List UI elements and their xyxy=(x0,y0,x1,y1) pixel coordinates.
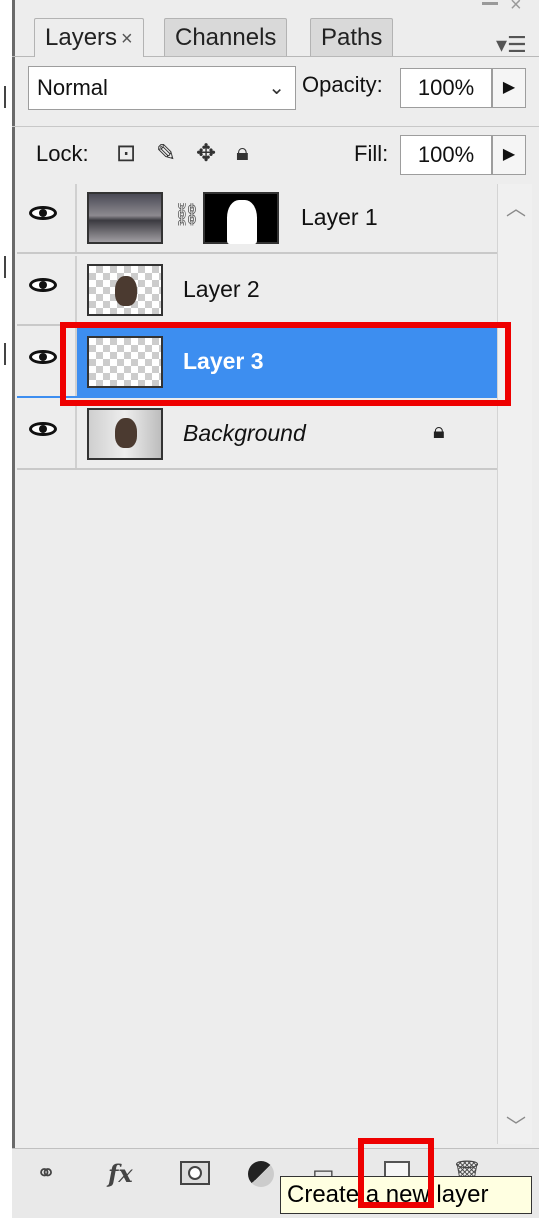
scroll-up-icon[interactable]: ︿ xyxy=(506,192,526,221)
lock-all-icon[interactable]: 🔒︎ xyxy=(236,139,249,167)
tab-label: Channels xyxy=(175,24,277,51)
visibility-toggle[interactable] xyxy=(17,184,77,252)
blend-row: Normal ⌄ Opacity: 100% ▶ xyxy=(12,62,539,118)
layer-row-layer-1[interactable]: ⛓ Layer 1 xyxy=(17,184,497,254)
adjustment-layer-icon[interactable] xyxy=(248,1161,274,1187)
fill-slider-button[interactable]: ▶ xyxy=(492,135,526,175)
mask-silhouette xyxy=(227,200,257,244)
chevron-down-icon: ⌄ xyxy=(268,77,285,99)
opacity-input[interactable]: 100% xyxy=(400,68,492,108)
layer-row-layer-2[interactable]: Layer 2 xyxy=(17,256,497,326)
visibility-toggle[interactable] xyxy=(17,256,77,324)
new-layer-button-highlight xyxy=(358,1138,434,1208)
layer-name: Layer 1 xyxy=(301,204,378,230)
link-layers-icon[interactable]: ⚭ xyxy=(36,1159,56,1188)
blend-mode-value: Normal xyxy=(37,75,108,100)
edge-tick xyxy=(4,256,6,278)
lock-position-icon[interactable]: ✥ xyxy=(196,139,216,168)
add-mask-icon[interactable] xyxy=(180,1161,210,1185)
layer-thumbnail xyxy=(87,264,163,316)
layer-row-background[interactable]: Background 🔒︎ xyxy=(17,400,497,470)
visibility-toggle[interactable] xyxy=(17,400,77,468)
tab-label: Layers xyxy=(45,24,118,51)
tab-channels[interactable]: Channels xyxy=(164,18,288,56)
fill-input[interactable]: 100% xyxy=(400,135,492,175)
eye-icon xyxy=(29,278,57,292)
eye-icon xyxy=(29,206,57,220)
tab-close-icon[interactable]: × xyxy=(121,28,133,50)
tab-label: Paths xyxy=(321,24,383,51)
blend-mode-select[interactable]: Normal ⌄ xyxy=(28,66,296,110)
fill-label: Fill: xyxy=(354,141,389,166)
lock-row: Lock: ⊡ ✎ ✥ 🔒︎ Fill: 100% ▶ xyxy=(12,126,539,181)
eye-icon xyxy=(29,422,57,436)
panel-menu-icon[interactable]: ▾☰ xyxy=(496,32,527,58)
layer-thumbnail xyxy=(87,408,163,460)
portrait-head xyxy=(115,276,137,306)
lock-icon: 🔒︎ xyxy=(433,418,445,443)
layer-name: Background xyxy=(183,420,306,446)
eye-icon xyxy=(29,350,57,364)
scroll-down-icon[interactable]: ﹀ xyxy=(506,1110,526,1139)
panel-tab-bar: Layers × Channels Paths ▾☰ xyxy=(12,10,539,57)
layer-thumbnail xyxy=(87,192,163,244)
portrait-head xyxy=(115,418,137,448)
layer-mask-thumbnail[interactable] xyxy=(203,192,279,244)
lock-label: Lock: xyxy=(36,141,89,166)
fx-icon[interactable]: fx xyxy=(108,1159,133,1188)
minimize-icon[interactable] xyxy=(482,2,498,5)
opacity-slider-button[interactable]: ▶ xyxy=(492,68,526,108)
tab-paths[interactable]: Paths xyxy=(310,18,394,56)
edge-tick xyxy=(4,86,6,108)
selected-layer-highlight xyxy=(60,322,511,406)
lock-transparent-pixels-icon[interactable]: ⊡ xyxy=(116,139,136,168)
left-edge xyxy=(0,0,12,1217)
link-chain-icon[interactable]: ⛓ xyxy=(173,202,201,228)
layers-panel xyxy=(12,0,539,1217)
edge-tick xyxy=(4,343,6,365)
layer-name: Layer 2 xyxy=(183,276,260,302)
tab-layers[interactable]: Layers × xyxy=(34,18,144,57)
lock-image-pixels-icon[interactable]: ✎ xyxy=(156,139,176,168)
opacity-label: Opacity: xyxy=(302,72,383,97)
